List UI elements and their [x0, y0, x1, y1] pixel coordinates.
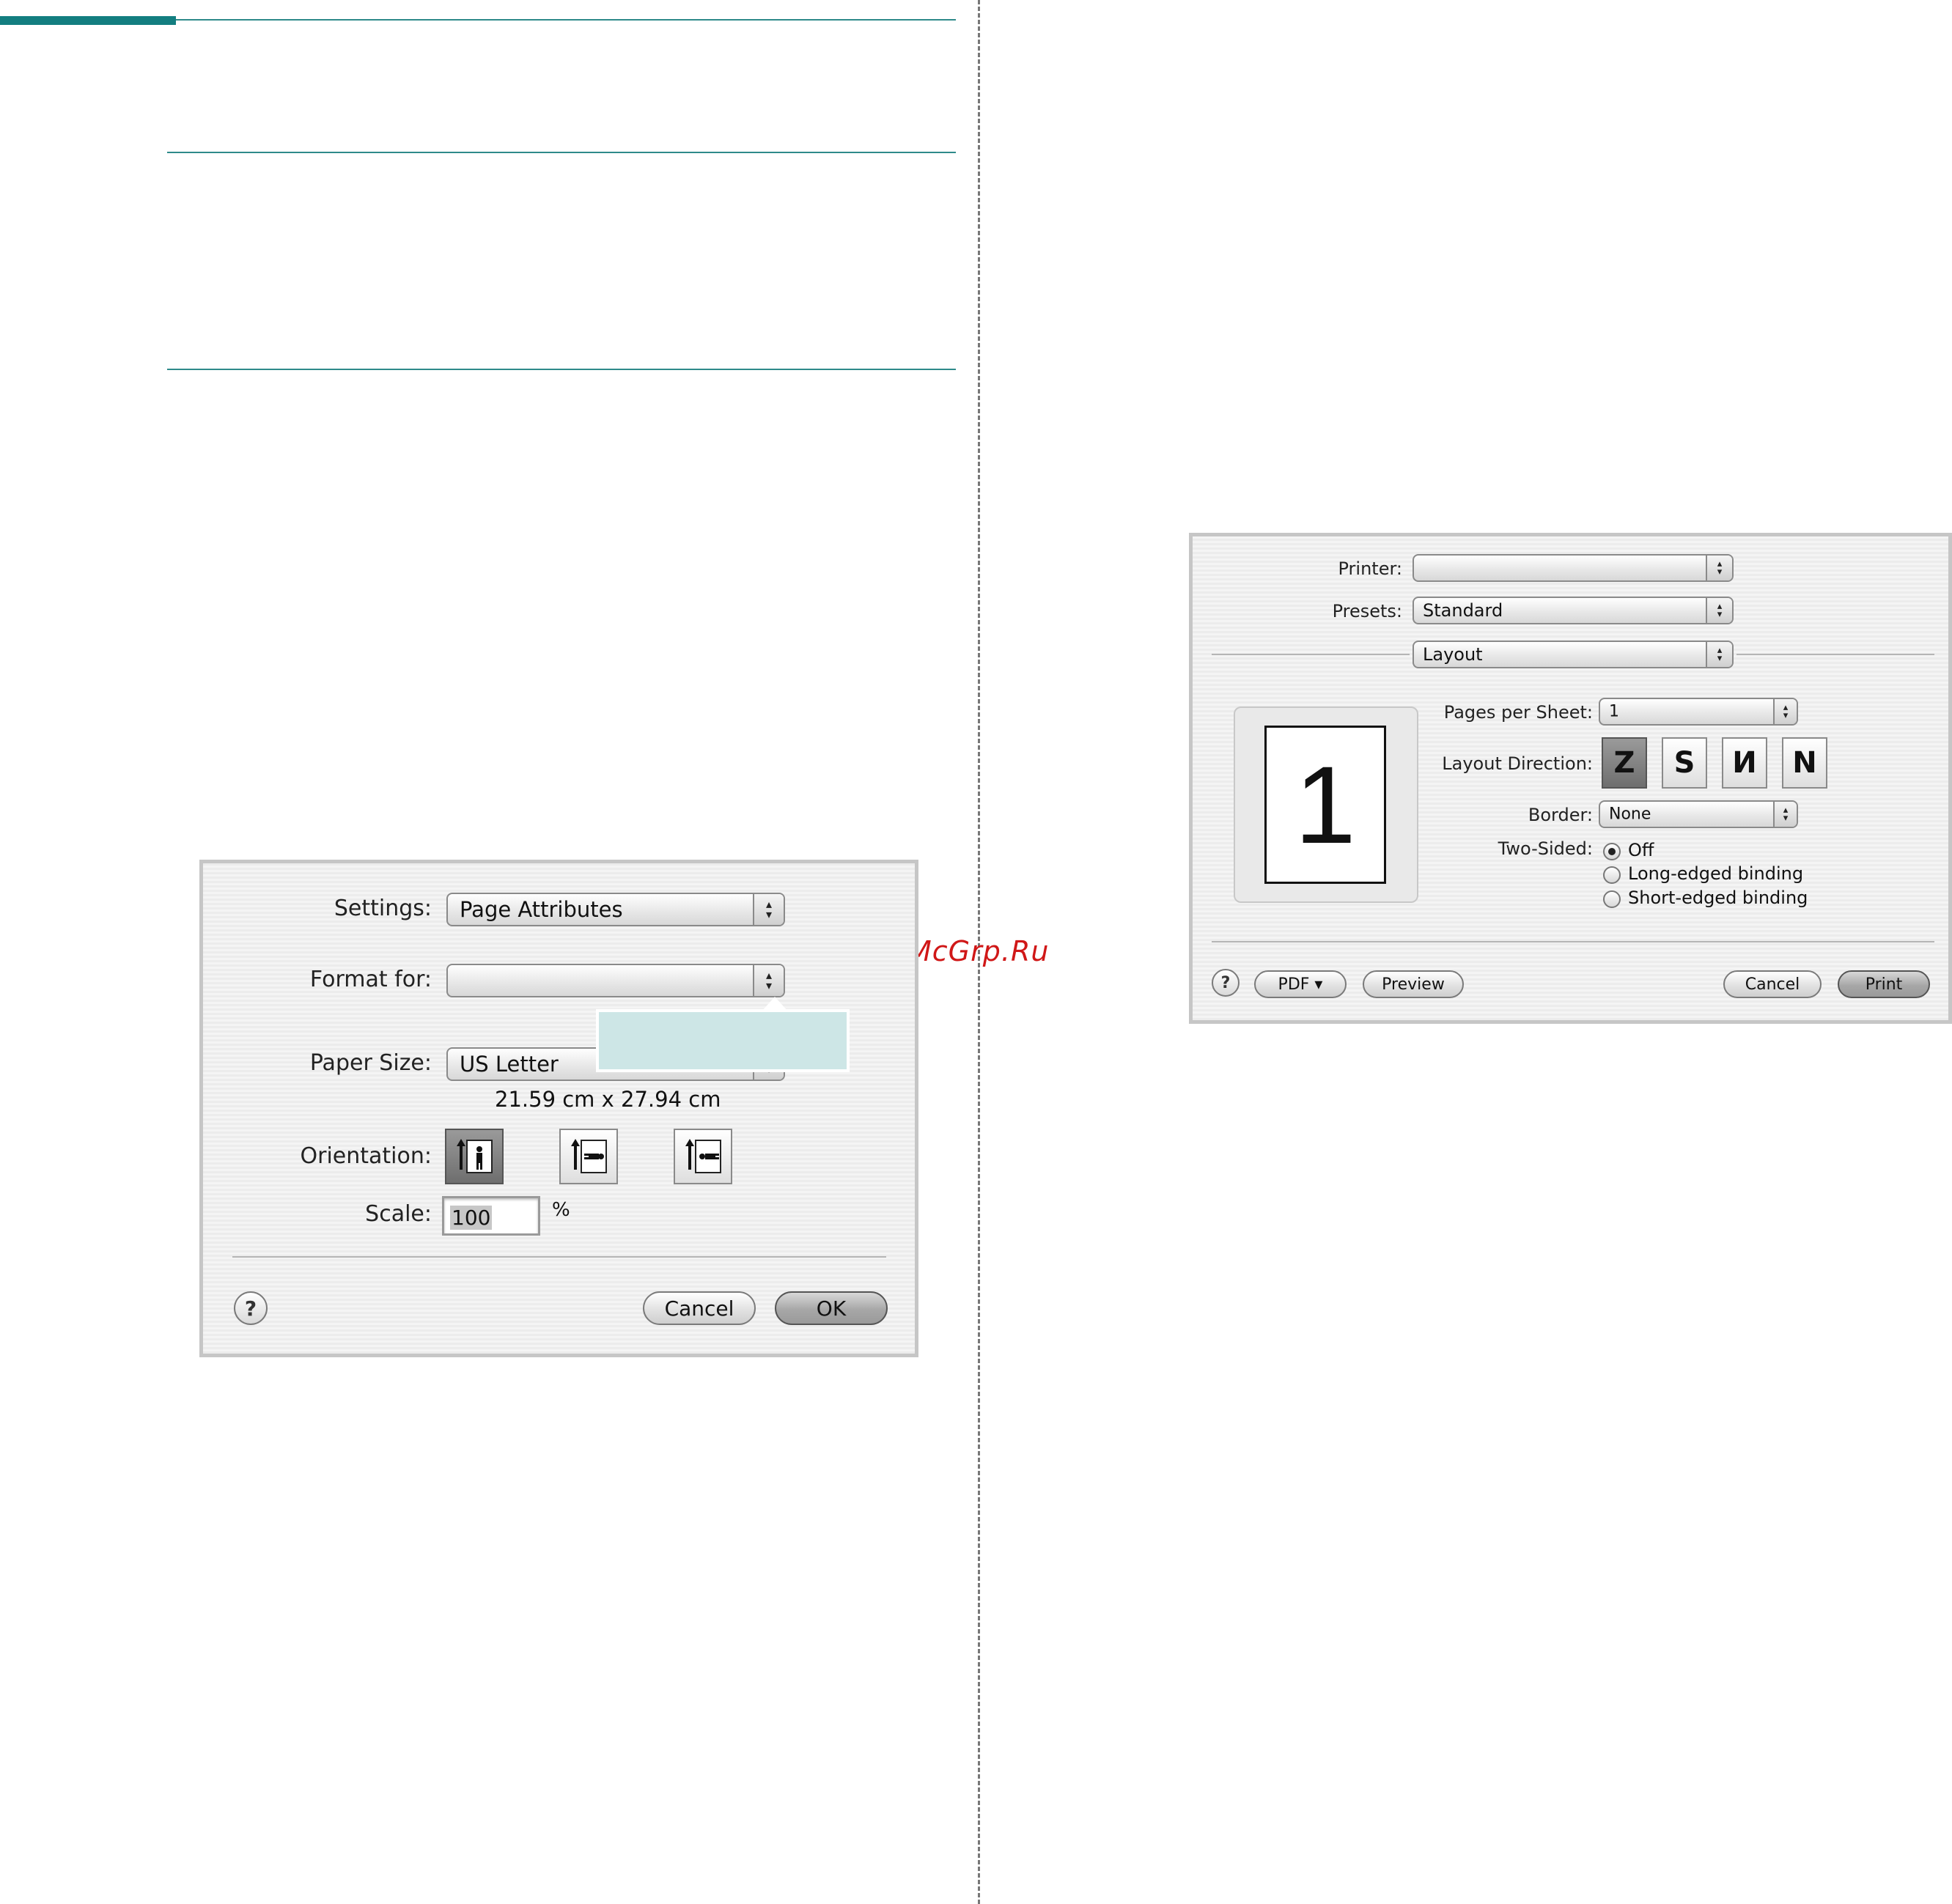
scale-label: Scale:: [365, 1201, 432, 1227]
presets-popup[interactable]: Standard ▴ ▾: [1413, 597, 1734, 624]
callout-pointer: [762, 997, 788, 1011]
two-sided-long-edge-radio[interactable]: [1603, 866, 1621, 884]
pages-per-sheet-popup[interactable]: 1 ▴ ▾: [1599, 698, 1798, 726]
page-setup-dialog: Settings: Page Attributes ▴ ▾ Format for:…: [199, 860, 918, 1357]
presets-label: Presets:: [1332, 601, 1402, 621]
panel-separator-right: [1736, 654, 1934, 655]
orientation-label: Orientation:: [300, 1143, 432, 1169]
panel-separator-left: [1212, 654, 1410, 655]
settings-popup[interactable]: Page Attributes ▴ ▾: [446, 893, 785, 926]
reverse-landscape-icon: [685, 1139, 721, 1173]
popup-arrows-icon: ▴▾: [1706, 598, 1732, 623]
border-popup[interactable]: None ▴ ▾: [1599, 800, 1798, 828]
layout-direction-label: Layout Direction:: [1442, 753, 1593, 774]
print-dialog-separator: [1212, 941, 1934, 942]
popup-arrows-icon: ▴▾: [1773, 699, 1797, 724]
popup-arrows-icon: ▴▾: [753, 965, 784, 996]
preview-button[interactable]: Preview: [1363, 970, 1464, 998]
two-sided-short-edge-radio[interactable]: [1603, 890, 1621, 908]
landscape-icon: [571, 1139, 607, 1173]
border-label: Border:: [1528, 805, 1593, 825]
orientation-reverse-landscape-button[interactable]: [674, 1129, 732, 1184]
two-sided-long-edge-label: Long-edged binding: [1628, 863, 1804, 884]
pages-per-sheet-value: 1: [1609, 702, 1619, 721]
rule-2: [167, 369, 956, 370]
layout-s-icon: S: [1673, 746, 1695, 780]
layout-direction-s-button[interactable]: S: [1662, 737, 1707, 789]
format-for-label: Format for:: [309, 967, 432, 992]
help-button[interactable]: ?: [234, 1291, 268, 1325]
popup-arrows-icon: ▴▾: [1773, 802, 1797, 827]
two-sided-label: Two-Sided:: [1498, 838, 1593, 859]
settings-label: Settings:: [334, 896, 432, 921]
page-preview-frame: 1: [1234, 706, 1418, 903]
portrait-icon: [457, 1139, 493, 1173]
paper-size-label: Paper Size:: [309, 1050, 432, 1076]
radio-selected-dot: [1608, 848, 1616, 855]
presets-value: Standard: [1423, 600, 1503, 621]
help-button[interactable]: ?: [1212, 969, 1240, 997]
two-sided-off-label: Off: [1628, 840, 1654, 860]
panel-value: Layout: [1423, 644, 1483, 665]
callout-box: [596, 1009, 850, 1072]
format-for-popup[interactable]: ▴ ▾: [446, 964, 785, 997]
panel-popup[interactable]: Layout ▴ ▾: [1413, 641, 1734, 668]
page-preview-sheet: 1: [1264, 726, 1386, 884]
layout-z-icon: Z: [1613, 746, 1635, 780]
paper-dimensions: 21.59 cm x 27.94 cm: [495, 1087, 721, 1112]
layout-direction-n-button[interactable]: N: [1782, 737, 1827, 789]
scale-unit: %: [552, 1199, 570, 1221]
printer-popup[interactable]: ▴ ▾: [1413, 554, 1734, 582]
popup-arrows-icon: ▴▾: [753, 894, 784, 925]
pdf-button[interactable]: PDF ▾: [1254, 970, 1347, 998]
settings-value: Page Attributes: [460, 897, 623, 922]
top-rule: [176, 19, 956, 21]
layout-n-reverse-icon: И: [1732, 746, 1757, 780]
pages-per-sheet-label: Pages per Sheet:: [1443, 702, 1593, 723]
orientation-portrait-button[interactable]: [445, 1129, 504, 1184]
layout-direction-z-button[interactable]: Z: [1602, 737, 1647, 789]
dialog-separator: [232, 1256, 886, 1258]
print-dialog: Printer: ▴ ▾ Presets: Standard ▴ ▾ Layout …: [1189, 533, 1952, 1024]
layout-direction-n-reverse-button[interactable]: И: [1722, 737, 1767, 789]
scale-input[interactable]: 100: [442, 1196, 540, 1236]
cancel-button[interactable]: Cancel: [1723, 970, 1822, 998]
popup-arrows-icon: ▴▾: [1706, 556, 1732, 580]
two-sided-off-radio[interactable]: [1603, 843, 1621, 860]
watermark: McGrp.Ru: [907, 935, 1050, 967]
ok-button[interactable]: OK: [775, 1291, 888, 1325]
preview-page-number: 1: [1294, 743, 1356, 866]
scale-value: 100: [450, 1206, 493, 1230]
two-sided-short-edge-label: Short-edged binding: [1628, 888, 1808, 908]
popup-arrows-icon: ▴▾: [1706, 642, 1732, 667]
print-button[interactable]: Print: [1838, 970, 1930, 998]
border-value: None: [1609, 805, 1651, 824]
section-accent-bar: [0, 16, 176, 25]
rule-1: [167, 152, 956, 153]
paper-size-value: US Letter: [460, 1052, 559, 1077]
orientation-landscape-button[interactable]: [559, 1129, 618, 1184]
cancel-button[interactable]: Cancel: [643, 1291, 756, 1325]
printer-label: Printer:: [1338, 558, 1402, 579]
layout-n-icon: N: [1792, 746, 1817, 780]
